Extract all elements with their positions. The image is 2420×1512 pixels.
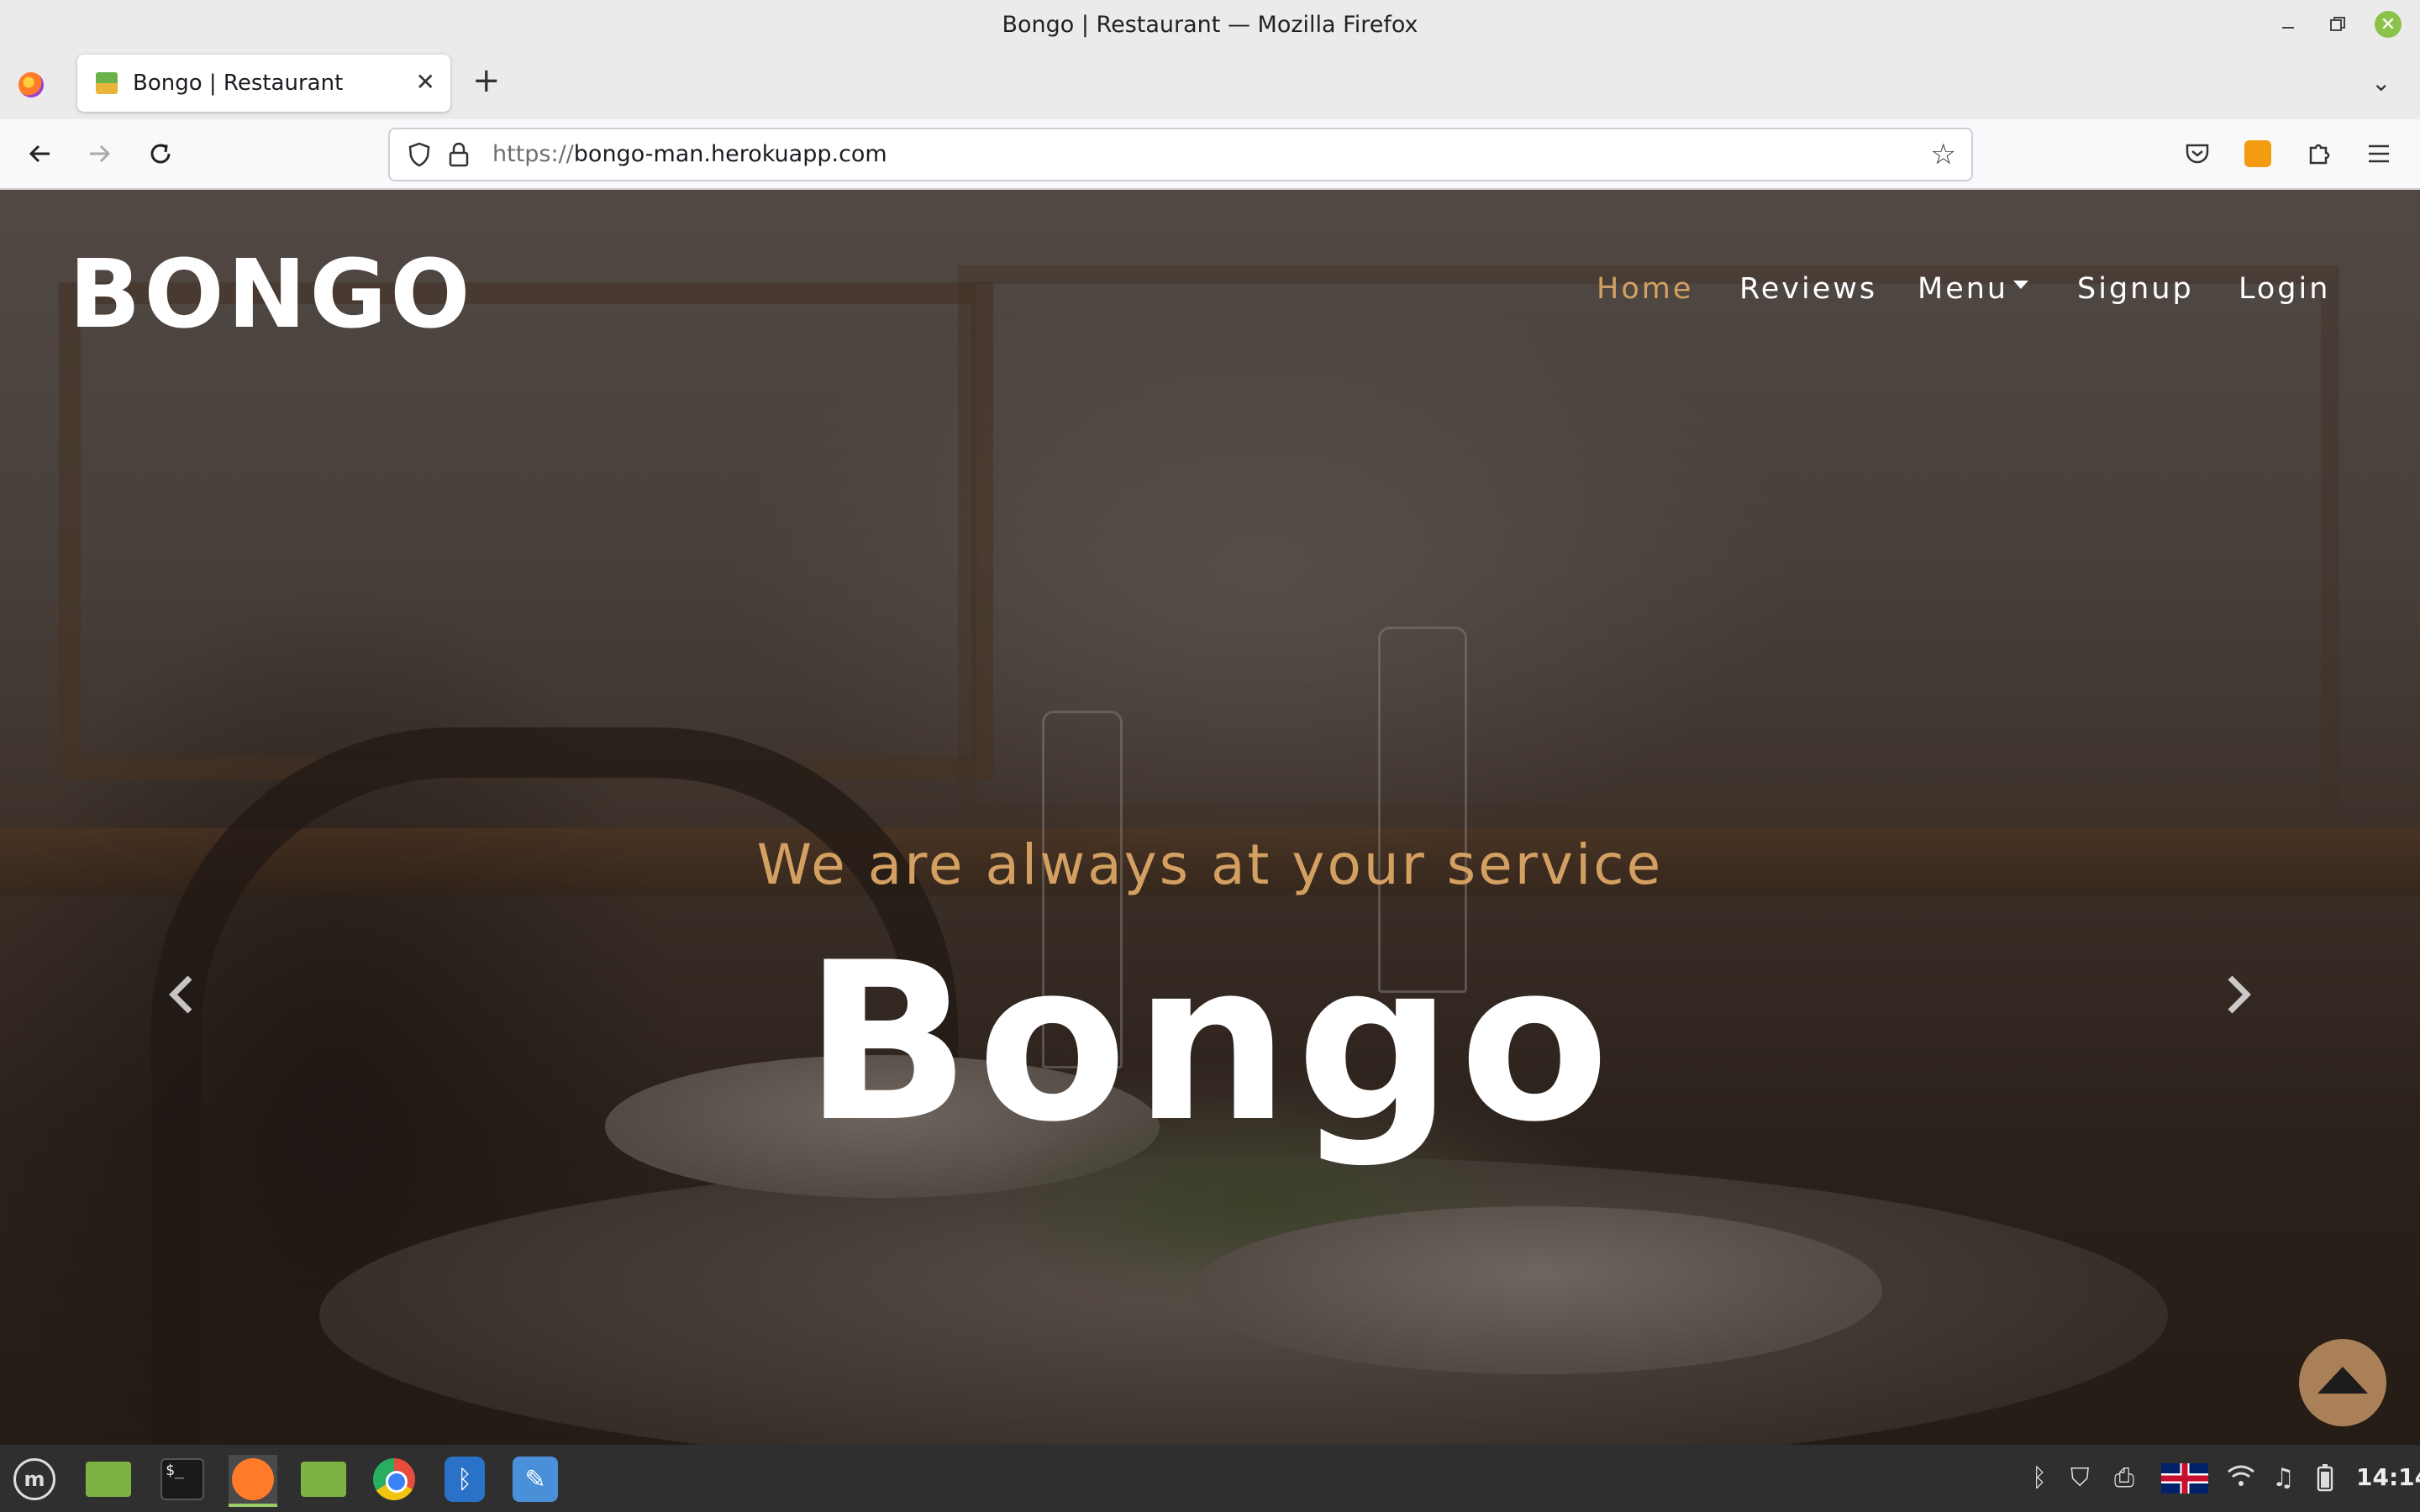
caret-up-icon — [2317, 1367, 2368, 1394]
site-favicon-icon — [96, 72, 118, 94]
text-editor-icon: ✎ — [513, 1457, 558, 1502]
bookmark-star-icon[interactable]: ☆ — [1931, 138, 1956, 171]
chevron-left-icon — [169, 975, 192, 1014]
text-editor-launcher[interactable]: ✎ — [511, 1455, 560, 1504]
desktop-icon — [86, 1462, 131, 1497]
firefox-icon — [232, 1458, 274, 1500]
carousel-next-button[interactable] — [2222, 971, 2255, 1030]
maximize-icon[interactable] — [2324, 11, 2351, 38]
terminal-launcher[interactable]: $_ — [158, 1455, 207, 1504]
site-logo[interactable]: BONGO — [69, 240, 473, 349]
hero-title: Bongo — [803, 916, 1617, 1170]
files-launcher[interactable] — [299, 1455, 348, 1504]
wifi-tray-icon[interactable] — [2227, 1463, 2255, 1495]
url-host: bongo-man.herokuapp.com — [573, 141, 887, 167]
pocket-icon[interactable] — [2178, 134, 2217, 173]
nav-menu-dropdown[interactable]: Menu — [1918, 272, 2029, 306]
extension-icon[interactable] — [2238, 134, 2277, 173]
terminal-icon: $_ — [160, 1458, 204, 1500]
list-all-tabs-icon[interactable]: ⌄ — [2371, 69, 2391, 97]
taskbar-clock[interactable]: 14:14 — [2356, 1463, 2420, 1491]
carousel-prev-button[interactable] — [165, 971, 198, 1030]
hamburger-menu-icon[interactable] — [2360, 134, 2398, 173]
nav-home[interactable]: Home — [1597, 272, 1693, 306]
tracking-shield-icon — [408, 142, 430, 167]
forward-button[interactable] — [81, 134, 119, 173]
reload-button[interactable] — [141, 134, 180, 173]
url-protocol: https:// — [492, 141, 574, 167]
sound-tray-icon[interactable]: ♫ — [2272, 1463, 2295, 1493]
new-tab-button[interactable]: + — [472, 64, 501, 97]
window-titlebar: Bongo | Restaurant — Mozilla Firefox ✕ — [0, 0, 2420, 49]
chevron-right-icon — [2228, 975, 2251, 1014]
reload-icon — [150, 144, 171, 164]
minimize-icon[interactable] — [2275, 11, 2302, 38]
shield-tray-icon[interactable]: ⛉ — [2070, 1463, 2090, 1493]
caret-down-icon — [2013, 281, 2029, 289]
tab-title: Bongo | Restaurant — [133, 71, 344, 96]
chrome-icon — [373, 1458, 415, 1500]
mint-logo-icon: m — [13, 1458, 55, 1500]
extensions-puzzle-icon[interactable] — [2299, 134, 2338, 173]
bluetooth-app-icon: ᛒ — [445, 1457, 485, 1502]
os-taskbar: m $_ ᛒ ✎ ᛒ ⛉ ⎙ ♫ 14:14 — [0, 1445, 2420, 1512]
url-bar[interactable]: https://bongo-man.herokuapp.com ☆ — [388, 128, 1973, 181]
nav-menu-label: Menu — [1918, 272, 2009, 306]
hero-carousel: BONGO Home Reviews Menu Signup Login We … — [0, 190, 2420, 1445]
hero-tagline: We are always at your service — [756, 832, 1664, 897]
close-icon: ✕ — [2375, 11, 2402, 38]
close-window-button[interactable]: ✕ — [2375, 11, 2402, 38]
folder-icon — [301, 1462, 346, 1497]
url-text[interactable]: https://bongo-man.herokuapp.com — [492, 141, 887, 167]
lock-icon — [449, 142, 469, 167]
firefox-view-icon[interactable] — [18, 72, 44, 97]
window-title: Bongo | Restaurant — Mozilla Firefox — [1002, 11, 1418, 38]
bluetooth-launcher[interactable]: ᛒ — [440, 1455, 489, 1504]
back-to-top-button[interactable] — [2299, 1339, 2386, 1426]
forward-arrow-icon — [90, 144, 111, 163]
close-tab-icon[interactable]: ✕ — [416, 68, 435, 96]
nav-login[interactable]: Login — [2238, 272, 2330, 306]
show-desktop-button[interactable] — [84, 1455, 133, 1504]
nav-reviews[interactable]: Reviews — [1739, 272, 1877, 306]
back-button[interactable] — [20, 134, 59, 173]
nav-signup[interactable]: Signup — [2077, 272, 2194, 306]
hero-overlay — [0, 190, 2420, 1445]
navigation-toolbar: https://bongo-man.herokuapp.com ☆ — [0, 119, 2420, 190]
tab-strip: Bongo | Restaurant ✕ + ⌄ — [0, 49, 2420, 119]
start-menu-button[interactable]: m — [10, 1455, 59, 1504]
back-arrow-icon — [29, 144, 50, 163]
keyboard-layout-flag-icon[interactable] — [2161, 1463, 2208, 1494]
printer-tray-icon[interactable]: ⎙ — [2114, 1463, 2134, 1493]
tab-bongo[interactable]: Bongo | Restaurant ✕ — [77, 55, 450, 112]
chrome-launcher[interactable] — [370, 1455, 418, 1504]
firefox-launcher[interactable] — [229, 1455, 277, 1507]
battery-tray-icon[interactable] — [2316, 1463, 2334, 1499]
bluetooth-tray-icon[interactable]: ᛒ — [2032, 1463, 2047, 1493]
